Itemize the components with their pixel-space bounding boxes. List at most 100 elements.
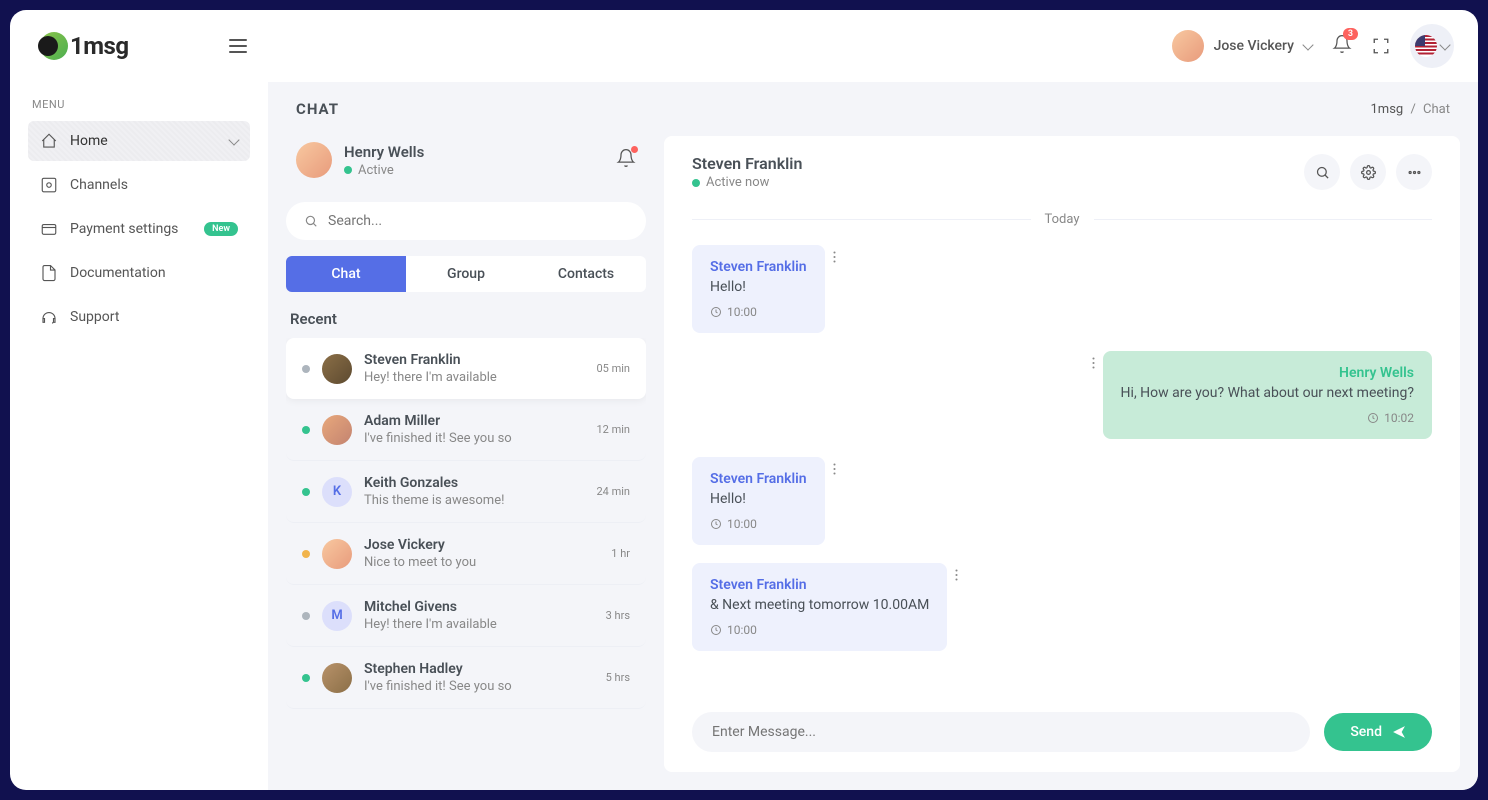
tab-chat[interactable]: Chat <box>286 256 406 292</box>
message-menu-button[interactable] <box>1084 351 1103 378</box>
flag-icon <box>1415 35 1437 57</box>
conversation-preview: This theme is awesome! <box>364 493 585 508</box>
sidebar-item-payment-settings[interactable]: Payment settings New <box>28 209 250 249</box>
message-bubble: Henry Wells Hi, How are you? What about … <box>1103 351 1432 439</box>
message-bubble: Steven Franklin & Next meeting tomorrow … <box>692 563 947 651</box>
conversation-item[interactable]: Jose Vickery Nice to meet to you 1 hr <box>286 523 646 585</box>
message-menu-button[interactable] <box>825 245 844 272</box>
conversation-item[interactable]: M Mitchel Givens Hey! there I'm availabl… <box>286 585 646 647</box>
conversation-name: Jose Vickery <box>364 537 599 553</box>
message-menu-button[interactable] <box>825 457 844 484</box>
status-dot-icon <box>302 365 310 373</box>
logo-icon <box>34 32 68 60</box>
current-user-status: Active <box>358 163 394 178</box>
conversation-name: Stephen Hadley <box>364 661 594 677</box>
search-box[interactable] <box>286 202 646 240</box>
conversation-item[interactable]: Steven Franklin Hey! there I'm available… <box>286 338 646 399</box>
message-text: Hello! <box>710 279 807 295</box>
conversation-item[interactable]: Adam Miller I've finished it! See you so… <box>286 399 646 461</box>
language-switcher[interactable] <box>1410 24 1454 68</box>
status-dot-icon <box>302 550 310 558</box>
conversation-preview: Nice to meet to you <box>364 555 599 570</box>
message-input[interactable] <box>692 712 1310 752</box>
message-sender: Steven Franklin <box>710 577 929 593</box>
chat-settings-button[interactable] <box>1350 154 1386 190</box>
sidebar-item-documentation[interactable]: Documentation <box>28 253 250 293</box>
chat-notifications-button[interactable] <box>616 148 636 172</box>
breadcrumb-root[interactable]: 1msg <box>1370 102 1403 117</box>
send-button[interactable]: Send <box>1324 713 1432 751</box>
notification-badge: 3 <box>1343 28 1358 40</box>
conversation-preview: I've finished it! See you so <box>364 679 594 694</box>
sidebar-item-label: Channels <box>70 177 128 193</box>
conversation-time: 1 hr <box>611 547 630 560</box>
tab-group[interactable]: Group <box>406 256 526 292</box>
message-time: 10:00 <box>727 305 757 319</box>
chat-more-button[interactable] <box>1396 154 1432 190</box>
chevron-down-icon <box>1302 39 1313 50</box>
avatar <box>322 539 352 569</box>
conversation-time: 24 min <box>597 485 631 498</box>
message-row: Henry Wells Hi, How are you? What about … <box>692 351 1432 439</box>
conversation-name: Mitchel Givens <box>364 599 594 615</box>
status-dot-icon <box>302 488 310 496</box>
search-input[interactable] <box>328 213 628 229</box>
message-sender: Henry Wells <box>1121 365 1414 381</box>
avatar <box>322 663 352 693</box>
composer: Send <box>664 700 1460 772</box>
user-menu[interactable]: Jose Vickery <box>1172 30 1312 62</box>
gear-icon <box>1361 165 1376 180</box>
page-title: CHAT <box>296 100 339 118</box>
conversation-time: 05 min <box>597 362 631 375</box>
avatar <box>296 142 332 178</box>
menu-toggle-icon[interactable] <box>229 39 247 53</box>
chat-view-panel: Steven Franklin Active now <box>664 136 1460 772</box>
chevron-down-icon <box>1439 39 1450 50</box>
messages-area[interactable]: Steven Franklin Hello! 10:00 Henry Wells <box>664 235 1460 700</box>
message-time: 10:02 <box>1384 411 1414 425</box>
message-text: & Next meeting tomorrow 10.00AM <box>710 597 929 613</box>
wallet-icon <box>40 220 58 238</box>
chat-tabs: Chat Group Contacts <box>286 256 646 292</box>
sidebar-item-label: Payment settings <box>70 221 178 237</box>
logo[interactable]: 1msg <box>34 32 129 60</box>
chevron-down-icon <box>228 134 239 145</box>
sidebar-item-label: Home <box>70 133 108 149</box>
conversation-time: 12 min <box>597 423 631 436</box>
conversation-item[interactable]: K Keith Gonzales This theme is awesome! … <box>286 461 646 523</box>
support-icon <box>40 308 58 326</box>
sidebar: MENU Home Channels Payment settings New … <box>10 82 268 790</box>
sidebar-item-home[interactable]: Home <box>28 121 250 161</box>
notifications-button[interactable]: 3 <box>1332 34 1352 58</box>
chat-search-button[interactable] <box>1304 154 1340 190</box>
sidebar-item-support[interactable]: Support <box>28 297 250 337</box>
channels-icon <box>40 176 58 194</box>
sidebar-item-channels[interactable]: Channels <box>28 165 250 205</box>
fullscreen-button[interactable] <box>1372 37 1390 55</box>
status-dot-icon <box>692 179 700 187</box>
topbar: 1msg Jose Vickery 3 <box>10 10 1478 82</box>
bell-icon <box>616 153 636 172</box>
conversation-name: Keith Gonzales <box>364 475 585 491</box>
search-icon <box>1315 165 1330 180</box>
sidebar-item-label: Documentation <box>70 265 166 281</box>
chat-list-panel: Henry Wells Active <box>286 136 646 772</box>
message-sender: Steven Franklin <box>710 471 807 487</box>
message-menu-button[interactable] <box>947 563 966 590</box>
send-button-label: Send <box>1350 724 1382 740</box>
chat-peer-status: Active now <box>706 175 769 190</box>
breadcrumb: 1msg / Chat <box>1370 102 1450 117</box>
clock-icon <box>710 518 722 530</box>
tab-contacts[interactable]: Contacts <box>526 256 646 292</box>
avatar <box>322 415 352 445</box>
recent-label: Recent <box>286 310 646 328</box>
bell-icon <box>1332 39 1352 58</box>
new-badge: New <box>204 222 238 236</box>
conversation-item[interactable]: Stephen Hadley I've finished it! See you… <box>286 647 646 709</box>
conversation-list: Steven Franklin Hey! there I'm available… <box>286 338 646 709</box>
conversation-preview: Hey! there I'm available <box>364 617 594 632</box>
message-bubble: Steven Franklin Hello! 10:00 <box>692 457 825 545</box>
message-row: Steven Franklin Hello! 10:00 <box>692 457 1432 545</box>
avatar <box>322 354 352 384</box>
chat-peer-name: Steven Franklin <box>692 154 802 173</box>
